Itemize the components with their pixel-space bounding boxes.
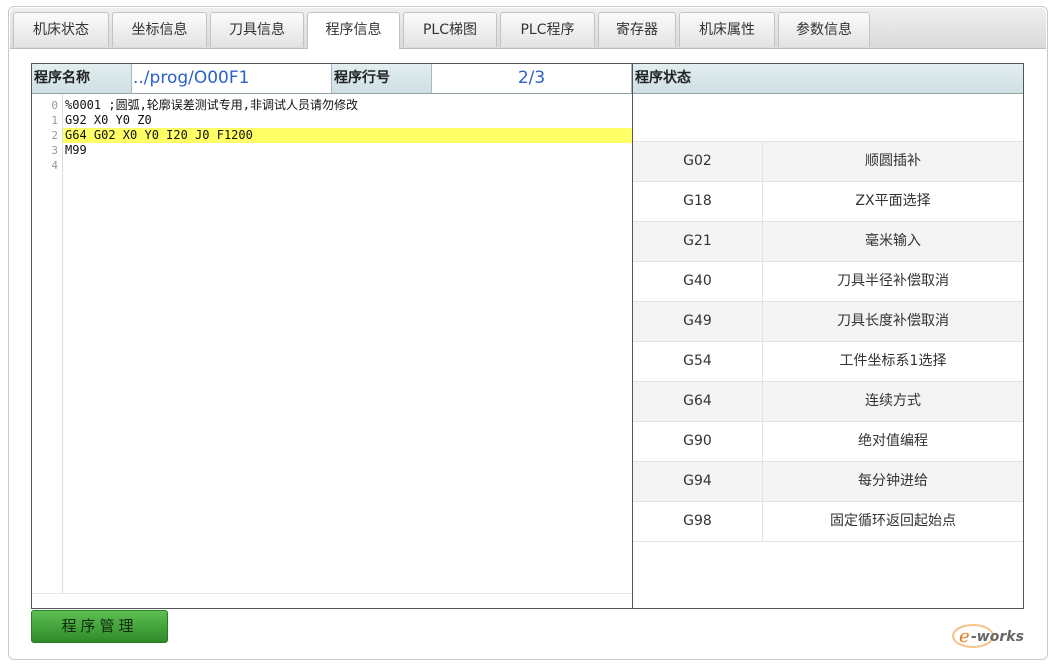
- status-code: G49: [633, 302, 763, 341]
- status-row: G49 刀具长度补偿取消: [633, 302, 1023, 342]
- program-manage-button[interactable]: 程序管理: [31, 610, 168, 643]
- status-row: G21 毫米输入: [633, 222, 1023, 262]
- tab-program-info[interactable]: 程序信息: [307, 12, 400, 49]
- line-number: 2: [51, 129, 58, 142]
- tab-tool-info[interactable]: 刀具信息: [210, 12, 304, 47]
- status-desc: 刀具半径补偿取消: [837, 273, 949, 289]
- program-name-label: 程序名称: [32, 64, 132, 94]
- status-code: G02: [633, 142, 763, 181]
- status-code: G64: [633, 382, 763, 421]
- status-code: G98: [633, 502, 763, 541]
- status-row: G02 顺圆插补: [633, 142, 1023, 182]
- tab-parameter-info[interactable]: 参数信息: [778, 12, 870, 47]
- status-header-blank: [633, 94, 1023, 142]
- status-row: G40 刀具半径补偿取消: [633, 262, 1023, 302]
- program-line-value: 2/3: [432, 64, 632, 94]
- status-row: G18 ZX平面选择: [633, 182, 1023, 222]
- tab-plc-program[interactable]: PLC程序: [500, 12, 595, 47]
- status-code: G21: [633, 222, 763, 261]
- status-desc: 毫米输入: [865, 233, 921, 249]
- tab-registers[interactable]: 寄存器: [598, 12, 676, 47]
- status-row: G90 绝对值编程: [633, 422, 1023, 462]
- eworks-logo-icon: e -works: [952, 624, 1024, 648]
- tab-machine-properties[interactable]: 机床属性: [679, 12, 775, 47]
- status-desc: ZX平面选择: [855, 193, 931, 209]
- code-line[interactable]: G92 X0 Y0 Z0: [63, 113, 632, 128]
- status-desc: 每分钟进给: [858, 473, 928, 489]
- horizontal-scrollbar[interactable]: [32, 593, 632, 608]
- program-panel: 程序名称 ../prog/O00F1 程序行号 2/3 程序状态 0 1 2 3…: [31, 63, 1024, 609]
- status-desc: 固定循环返回起始点: [830, 513, 956, 529]
- line-number: 0: [51, 99, 58, 112]
- status-desc: 绝对值编程: [858, 433, 928, 449]
- status-desc: 刀具长度补偿取消: [837, 313, 949, 329]
- status-code: G90: [633, 422, 763, 461]
- main-window: 机床状态 坐标信息 刀具信息 程序信息 PLC梯图 PLC程序 寄存器 机床属性…: [8, 6, 1048, 660]
- line-number: 3: [51, 144, 58, 157]
- status-code: G18: [633, 182, 763, 221]
- tab-coordinate-info[interactable]: 坐标信息: [112, 12, 207, 47]
- status-code: G94: [633, 462, 763, 501]
- code-line-current[interactable]: G64 G02 X0 Y0 I20 J0 F1200: [63, 128, 632, 143]
- status-desc: 工件坐标系1选择: [839, 353, 947, 369]
- line-number: 4: [51, 159, 58, 172]
- tab-plc-ladder[interactable]: PLC梯图: [403, 12, 497, 47]
- status-row: G94 每分钟进给: [633, 462, 1023, 502]
- program-name-value: ../prog/O00F1: [132, 64, 332, 94]
- program-status-label: 程序状态: [633, 64, 1023, 94]
- svg-text:-works: -works: [971, 629, 1024, 645]
- line-number: 1: [51, 114, 58, 127]
- status-code: G54: [633, 342, 763, 381]
- code-line[interactable]: %0001 ;圆弧,轮廓误差测试专用,非调试人员请勿修改: [63, 98, 632, 113]
- status-row: G98 固定循环返回起始点: [633, 502, 1023, 542]
- tab-machine-status[interactable]: 机床状态: [13, 12, 109, 47]
- code-line[interactable]: [63, 158, 632, 173]
- svg-text:e: e: [959, 626, 970, 647]
- status-row: G54 工件坐标系1选择: [633, 342, 1023, 382]
- tab-bar: 机床状态 坐标信息 刀具信息 程序信息 PLC梯图 PLC程序 寄存器 机床属性…: [10, 8, 1046, 49]
- status-code: G40: [633, 262, 763, 301]
- status-desc: 连续方式: [865, 393, 921, 409]
- program-line-label: 程序行号: [332, 64, 432, 94]
- code-line[interactable]: M99: [63, 143, 632, 158]
- line-number-gutter: 0 1 2 3 4: [32, 94, 63, 594]
- status-desc: 顺圆插补: [865, 153, 921, 169]
- status-row: G64 连续方式: [633, 382, 1023, 422]
